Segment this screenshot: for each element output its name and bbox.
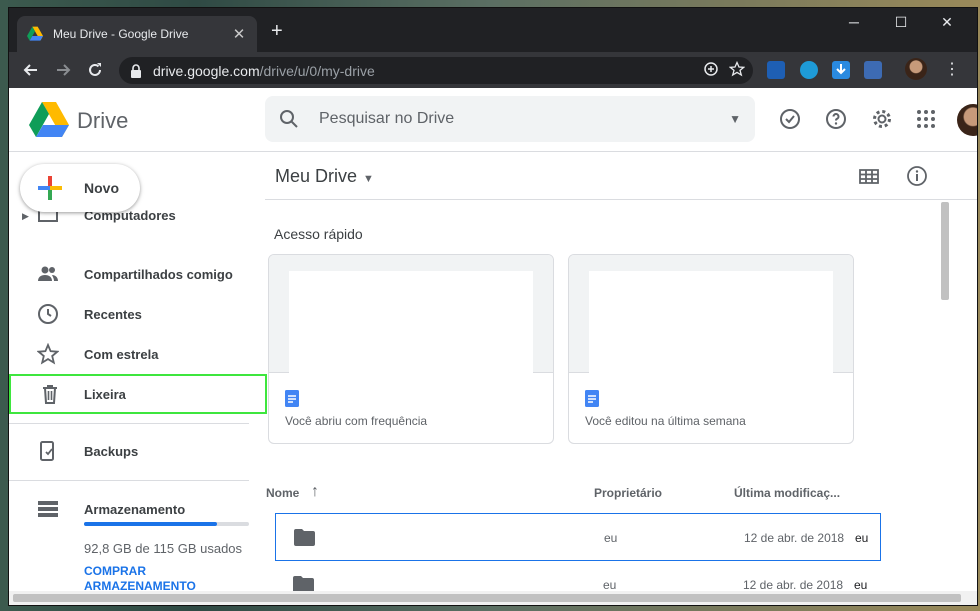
file-list-header: Nome ↑ Proprietário Última modificaç... (265, 475, 885, 500)
quick-access-caption: Você editou na última semana (585, 414, 746, 428)
quick-access-card[interactable]: Você abriu com frequência (268, 254, 554, 444)
drive-header: Drive Pesquisar no Drive ▼ (9, 88, 977, 152)
row-owner: eu (603, 578, 617, 592)
row-modified-by: eu (855, 531, 869, 545)
star-icon (37, 343, 59, 365)
storage-usage-bar (84, 522, 249, 526)
info-icon[interactable] (905, 164, 929, 188)
quick-access-label: Acesso rápido (274, 226, 363, 242)
quick-access-caption: Você abriu com frequência (285, 414, 428, 428)
sidebar-item-label: Com estrela (84, 346, 159, 362)
sidebar-item-label: Compartilhados comigo (84, 266, 233, 282)
plus-multicolor-icon (38, 176, 62, 200)
my-drive-dropdown[interactable]: Meu Drive ▼ (275, 166, 374, 187)
forward-arrow-icon[interactable] (47, 54, 79, 86)
download-extension-icon[interactable] (832, 61, 850, 79)
sidebar-item-label: Armazenamento (84, 501, 186, 517)
close-window-button[interactable]: ✕ (932, 14, 962, 31)
grid-view-icon[interactable] (857, 164, 881, 188)
column-owner[interactable]: Proprietário (594, 486, 662, 500)
sidebar-item-label: Backups (84, 443, 139, 459)
expand-caret-icon[interactable]: ▶ (22, 211, 29, 222)
sidebar-item-trash[interactable]: Lixeira (9, 374, 267, 414)
tab-close-icon[interactable]: ✕ (231, 25, 247, 43)
reload-icon[interactable] (79, 54, 111, 86)
bookmark-star-icon[interactable] (729, 61, 745, 77)
main-content: Meu Drive ▼ Acesso rápido Você abriu com … (265, 152, 977, 605)
address-bar[interactable]: drive.google.com/drive/u/0/my-drive (119, 57, 753, 84)
people-icon (37, 263, 59, 285)
vertical-scroll-thumb[interactable] (941, 202, 949, 300)
row-modified: 12 de abr. de 2018 (743, 578, 844, 592)
new-tab-button[interactable]: + (271, 21, 283, 41)
settings-gear-icon[interactable] (870, 107, 894, 131)
chevron-down-icon: ▼ (363, 173, 374, 185)
search-input[interactable]: Pesquisar no Drive ▼ (265, 96, 755, 142)
browser-window: Meu Drive - Google Drive ✕ + ─ ☐ ✕ drive… (9, 8, 977, 605)
horizontal-scrollbar[interactable] (9, 591, 977, 605)
sidebar-item-shared[interactable]: Compartilhados comigo (9, 254, 265, 294)
file-thumbnail (569, 255, 853, 373)
quick-access-card[interactable]: Você editou na última semana (568, 254, 854, 444)
lock-icon (131, 63, 141, 78)
drive-favicon-icon (27, 26, 43, 41)
outlook-extension-icon[interactable] (767, 61, 785, 79)
file-row[interactable]: eu 12 de abr. de 2018 eu (275, 513, 881, 561)
main-header: Meu Drive ▼ (265, 152, 977, 200)
row-modified: 12 de abr. de 2018 (744, 531, 845, 545)
backup-device-icon (37, 440, 59, 462)
add-circle-icon[interactable] (703, 61, 719, 77)
sidebar-item-starred[interactable]: Com estrela (9, 334, 265, 374)
search-icon[interactable] (279, 109, 299, 129)
apps-grid-icon[interactable] (914, 107, 938, 131)
storage-usage-fill (84, 522, 218, 526)
page-title: Meu Drive (275, 166, 358, 186)
help-icon[interactable] (824, 107, 848, 131)
browser-toolbar: drive.google.com/drive/u/0/my-drive ⋮ (9, 52, 977, 88)
code-extension-icon[interactable] (800, 61, 818, 79)
sidebar-item-recent[interactable]: Recentes (9, 294, 265, 334)
sidebar-divider (9, 423, 249, 424)
tab-title: Meu Drive - Google Drive (53, 27, 189, 41)
url-host: drive.google.com (153, 62, 260, 79)
save-extension-icon[interactable] (864, 61, 882, 79)
drive-logo-icon[interactable] (29, 102, 69, 138)
column-last-modified[interactable]: Última modificaç... (734, 486, 840, 500)
buy-storage-link[interactable]: COMPRAR ARMAZENAMENTO (84, 564, 234, 594)
folder-icon (294, 529, 315, 546)
url-path: /drive/u/0/my-drive (259, 62, 375, 79)
horizontal-scroll-thumb[interactable] (13, 594, 961, 602)
search-options-icon[interactable]: ▼ (729, 112, 741, 126)
docs-file-icon (585, 390, 599, 407)
sidebar-item-label: Lixeira (84, 386, 126, 402)
minimize-button[interactable]: ─ (839, 14, 869, 30)
row-owner: eu (604, 531, 618, 545)
sidebar-divider (9, 480, 249, 481)
vertical-scrollbar[interactable] (939, 198, 951, 605)
app-name[interactable]: Drive (77, 108, 128, 134)
column-name[interactable]: Nome (266, 486, 299, 500)
storage-stack-icon (37, 498, 59, 520)
new-button-label: Novo (84, 180, 119, 196)
back-arrow-icon[interactable] (15, 54, 47, 86)
browser-tab[interactable]: Meu Drive - Google Drive ✕ (17, 16, 257, 52)
sidebar-item-label: Recentes (84, 306, 142, 322)
title-bar: Meu Drive - Google Drive ✕ + ─ ☐ ✕ (9, 8, 977, 52)
profile-avatar[interactable] (905, 58, 927, 80)
file-thumbnail (269, 255, 553, 373)
trash-icon (39, 383, 61, 405)
new-button[interactable]: Novo (20, 164, 140, 212)
clock-icon (37, 303, 59, 325)
row-modified-by: eu (854, 578, 868, 592)
sidebar-item-backups[interactable]: Backups (9, 431, 265, 471)
browser-menu-icon[interactable]: ⋮ (944, 59, 960, 79)
search-placeholder: Pesquisar no Drive (319, 110, 455, 127)
ready-offline-icon[interactable] (778, 107, 802, 131)
docs-file-icon (285, 390, 299, 407)
account-avatar[interactable] (957, 104, 977, 136)
maximize-button[interactable]: ☐ (886, 14, 916, 31)
storage-usage-text: 92,8 GB de 115 GB usados (84, 541, 243, 556)
sidebar: Novo ▶ Computadores Compartilhados comig… (9, 152, 267, 605)
sort-arrow-up-icon[interactable]: ↑ (311, 483, 319, 501)
